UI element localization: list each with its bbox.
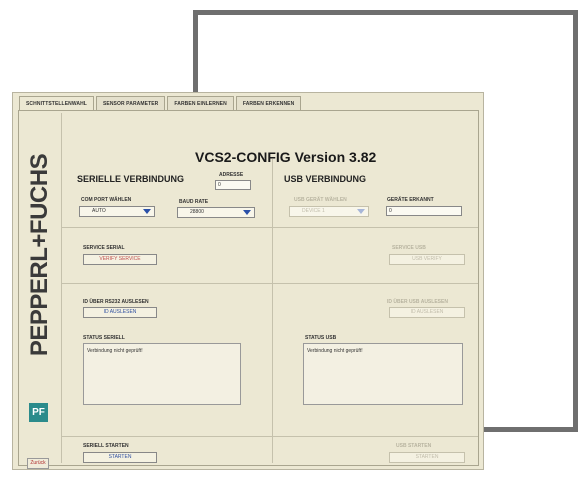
devices-detected-label: GERÄTE ERKANNT bbox=[387, 197, 434, 203]
usb-device-label: USB GERÄT WÄHLEN bbox=[294, 197, 347, 203]
usb-start-button[interactable]: STARTEN bbox=[389, 452, 465, 463]
baud-rate-label: BAUD RATE bbox=[179, 199, 209, 205]
tab-farben-einlernen[interactable]: FARBEN EINLERNEN bbox=[167, 96, 234, 110]
read-id-usb-label: ID ÜBER USB AUSLESEN bbox=[387, 299, 448, 305]
com-port-label: COM PORT WÄHLEN bbox=[81, 197, 132, 203]
status-usb-text: Verbindung nicht geprüft! bbox=[307, 348, 363, 354]
tab-sensor-parameter[interactable]: SENSOR PARAMETER bbox=[95, 96, 166, 110]
serial-heading: SERIELLE VERBINDUNG bbox=[77, 174, 185, 184]
read-id-serial-button[interactable]: ID AUSLESEN bbox=[83, 307, 157, 318]
brand-strip: PEPPERL+FUCHS PF bbox=[21, 113, 59, 446]
read-id-rs232-label: ID ÜBER RS232 AUSLESEN bbox=[83, 299, 149, 305]
divider bbox=[61, 113, 62, 463]
serial-start-button[interactable]: STARTEN bbox=[83, 452, 157, 463]
divider bbox=[61, 227, 478, 228]
back-button[interactable]: Zurück bbox=[27, 458, 49, 469]
vcs2-config-window: SCHNITTSTELLENWAHL SENSOR PARAMETER FARB… bbox=[12, 92, 484, 470]
page-title: VCS2-CONFIG Version 3.82 bbox=[195, 149, 377, 165]
com-port-value: AUTO bbox=[92, 208, 106, 214]
usb-heading: USB VERBINDUNG bbox=[284, 174, 367, 184]
divider bbox=[272, 159, 273, 463]
tab-schnittstellenwahl[interactable]: SCHNITTSTELLENWAHL bbox=[19, 96, 94, 110]
divider bbox=[61, 283, 478, 284]
usb-verify-button[interactable]: USB VERIFY bbox=[389, 254, 465, 265]
divider bbox=[61, 436, 478, 437]
tab-farben-erkennen[interactable]: FARBEN ERKENNEN bbox=[235, 96, 302, 110]
com-port-select[interactable]: AUTO bbox=[79, 206, 155, 217]
service-usb-label: SERVICE USB bbox=[392, 245, 426, 251]
read-id-usb-button[interactable]: ID AUSLESEN bbox=[389, 307, 465, 318]
address-label: ADRESSE bbox=[219, 172, 244, 178]
status-serial-box: Verbindung nicht geprüft! bbox=[83, 343, 241, 405]
baud-rate-select[interactable]: 28800 bbox=[177, 207, 255, 218]
serial-start-label: SERIELL STARTEN bbox=[83, 443, 129, 449]
status-serial-label: STATUS SERIELL bbox=[83, 335, 125, 341]
address-input[interactable]: 0 bbox=[215, 180, 251, 190]
verify-service-button[interactable]: VERIFY SERVICE bbox=[83, 254, 157, 265]
status-usb-label: STATUS USB bbox=[305, 335, 337, 341]
baud-rate-value: 28800 bbox=[190, 209, 204, 215]
devices-detected-field: 0 bbox=[386, 206, 462, 216]
usb-device-select[interactable]: DEVICE 1 bbox=[289, 206, 369, 217]
status-serial-text: Verbindung nicht geprüft! bbox=[87, 348, 143, 354]
usb-start-label: USB STARTEN bbox=[396, 443, 432, 449]
chevron-down-icon bbox=[357, 209, 365, 214]
usb-device-value: DEVICE 1 bbox=[302, 208, 325, 214]
chevron-down-icon bbox=[143, 209, 151, 214]
status-usb-box: Verbindung nicht geprüft! bbox=[303, 343, 463, 405]
pepperl-fuchs-logo-icon: PF bbox=[29, 403, 48, 422]
chevron-down-icon bbox=[243, 210, 251, 215]
service-serial-label: SERVICE SERIAL bbox=[83, 245, 125, 251]
tab-bar: SCHNITTSTELLENWAHL SENSOR PARAMETER FARB… bbox=[19, 96, 303, 110]
schnittstellen-panel: PEPPERL+FUCHS PF Zurück VCS2-CONFIG Vers… bbox=[18, 110, 479, 469]
brand-wordmark: PEPPERL+FUCHS bbox=[26, 153, 53, 357]
